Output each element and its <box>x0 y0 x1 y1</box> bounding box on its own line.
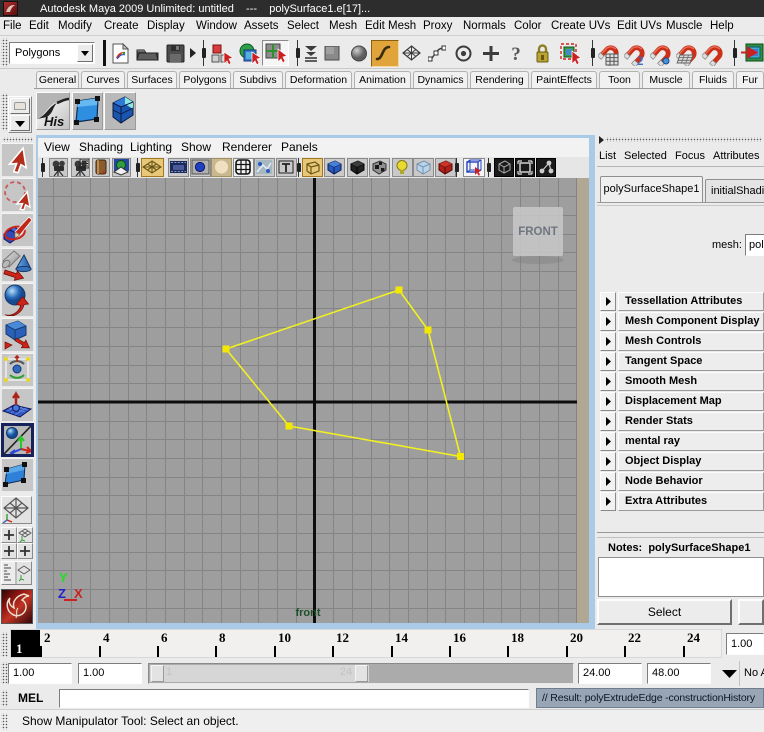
svg-text:Y: Y <box>59 570 68 585</box>
svg-text:His: His <box>44 114 64 129</box>
svg-text:?: ? <box>511 44 521 63</box>
svg-text:FRONT: FRONT <box>518 226 558 238</box>
svg-text:Z: Z <box>58 586 66 601</box>
svg-text:front: front <box>295 607 320 619</box>
svg-text:2: 2 <box>637 53 644 66</box>
svg-text:X: X <box>74 586 83 601</box>
